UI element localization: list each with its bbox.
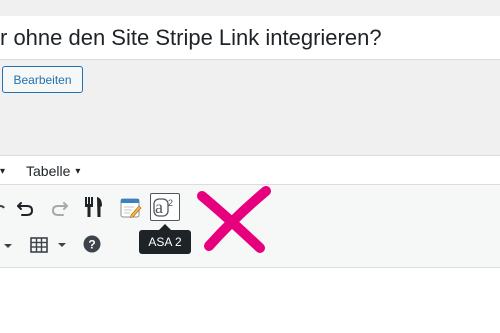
- undo-icon[interactable]: [14, 197, 36, 219]
- menu-partial-caret[interactable]: ▾: [0, 156, 5, 186]
- partial-tool-icon[interactable]: [0, 198, 6, 218]
- table-dropdown-icon[interactable]: [56, 239, 68, 251]
- edit-button[interactable]: Bearbeiten: [2, 66, 83, 93]
- post-title-input[interactable]: r ohne den Site Stripe Link integrieren?: [0, 16, 500, 60]
- chevron-down-icon: ▾: [0, 166, 6, 178]
- help-icon[interactable]: ?: [82, 234, 102, 254]
- top-border-strip: [0, 0, 500, 17]
- asa2-tooltip: ASA 2: [139, 230, 191, 254]
- menu-table-label: Tabelle: [26, 163, 71, 179]
- svg-text:2: 2: [168, 198, 173, 208]
- menu-table[interactable]: Tabelle ▾: [26, 156, 80, 186]
- table-icon[interactable]: [28, 235, 50, 255]
- svg-text:?: ?: [88, 238, 95, 252]
- redo-icon[interactable]: [49, 197, 71, 219]
- pink-x-annotation-icon: [197, 186, 271, 253]
- editor-content-area[interactable]: [0, 268, 500, 333]
- editor-menubar: ▾ Tabelle ▾: [0, 155, 500, 185]
- asa2-icon[interactable]: a 2: [150, 193, 180, 221]
- chevron-down-icon: ▾: [75, 166, 81, 178]
- edit-note-icon[interactable]: [119, 196, 143, 220]
- fork-knife-icon[interactable]: [82, 195, 106, 219]
- partial-caret-icon[interactable]: [0, 239, 14, 253]
